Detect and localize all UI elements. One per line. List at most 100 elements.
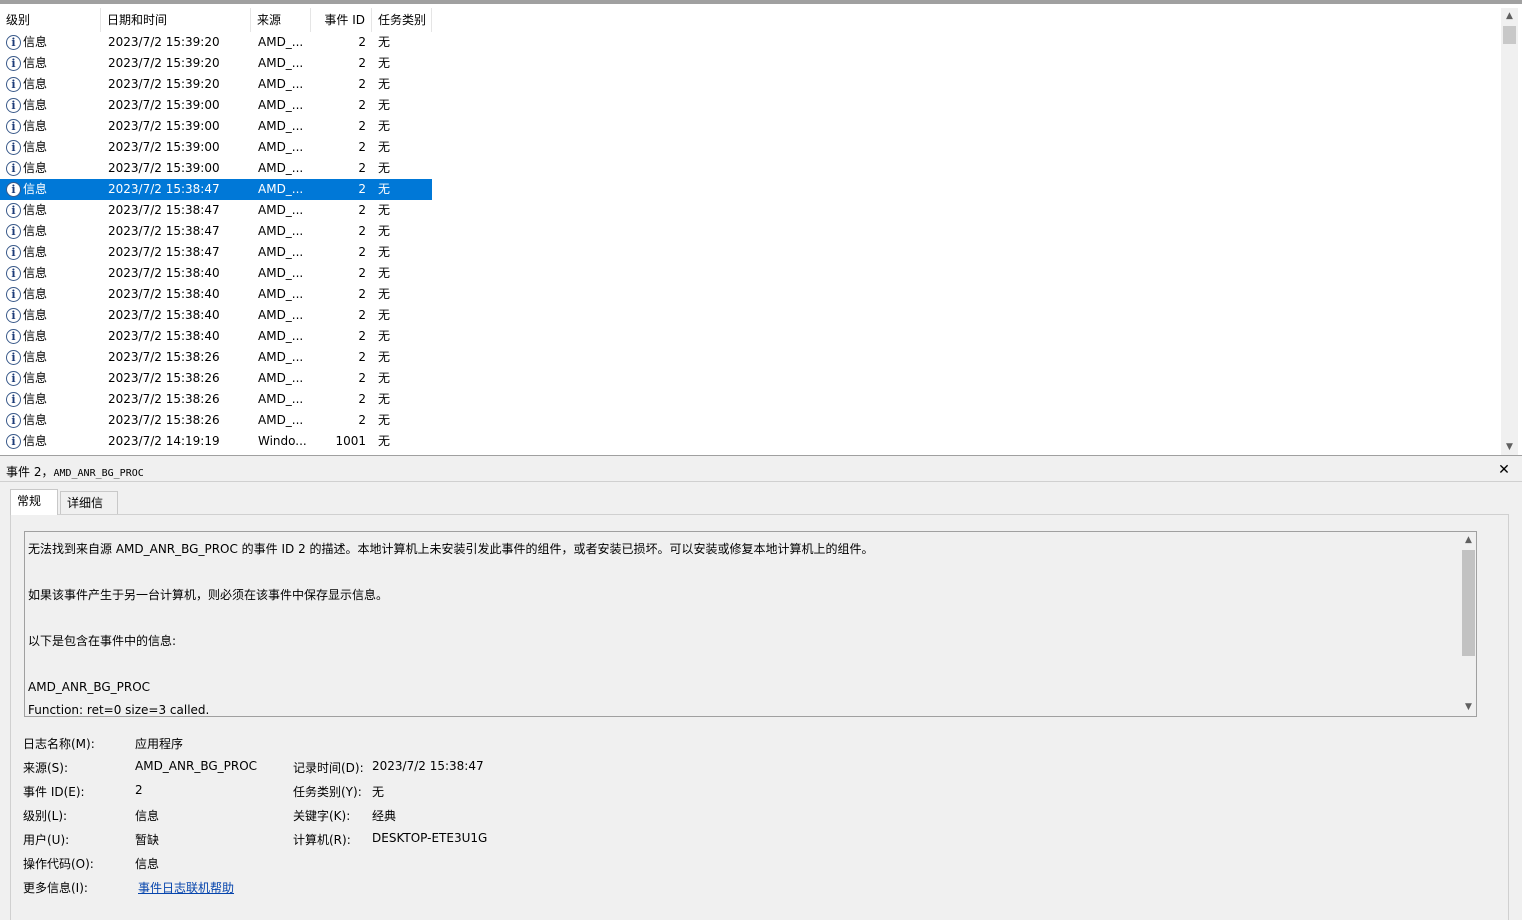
scroll-up-arrow-icon[interactable]: ▲: [1501, 8, 1518, 25]
column-header-datetime[interactable]: 日期和时间: [101, 8, 251, 32]
table-row[interactable]: i 信息 2023/7/2 15:39:20 AMD_... 2 无: [0, 53, 432, 74]
table-row[interactable]: i 信息 2023/7/2 15:38:47 AMD_... 2 无: [0, 242, 432, 263]
description-line: AMD_ANR_BG_PROC: [28, 680, 151, 694]
table-row[interactable]: i 信息 2023/7/2 15:38:47 AMD_... 2 无: [0, 179, 432, 200]
cell-datetime: 2023/7/2 14:19:19: [108, 434, 220, 448]
description-scrollbar[interactable]: ▲ ▼: [1460, 532, 1476, 716]
table-row[interactable]: i 信息 2023/7/2 15:39:00 AMD_... 2 无: [0, 137, 432, 158]
source-value: AMD_ANR_BG_PROC: [135, 759, 258, 773]
table-row[interactable]: i 信息 2023/7/2 15:39:20 AMD_... 2 无: [0, 74, 432, 95]
table-row[interactable]: i 信息 2023/7/2 15:39:20 AMD_... 2 无: [0, 32, 432, 53]
cell-datetime: 2023/7/2 15:39:20: [108, 77, 220, 91]
cell-task: 无: [378, 287, 391, 301]
table-row[interactable]: i 信息 2023/7/2 14:19:19 Windo... 1001 无: [0, 431, 432, 452]
detail-title-source: AMD_ANR_BG_PROC: [53, 468, 144, 479]
tab-details[interactable]: 详细信息: [60, 491, 118, 532]
table-row[interactable]: i 信息 2023/7/2 15:38:26 AMD_... 2 无: [0, 389, 432, 410]
event-grid[interactable]: 级别 日期和时间 来源 事件 ID 任务类别 i 信息 2023/7/2 15:39…: [0, 8, 1500, 455]
description-text: 无法找到来自源 AMD_ANR_BG_PROC 的事件 ID 2 的描述。本地计…: [28, 538, 1448, 716]
cell-datetime: 2023/7/2 15:39:20: [108, 35, 220, 49]
cell-event-id: 2: [358, 35, 366, 49]
description-line: 无法找到来自源 AMD_ANR_BG_PROC 的事件 ID 2 的描述。本地计…: [28, 542, 874, 556]
table-row[interactable]: i 信息 2023/7/2 15:39:00 AMD_... 2 无: [0, 116, 432, 137]
cell-event-id: 2: [358, 98, 366, 112]
cell-datetime: 2023/7/2 15:39:00: [108, 161, 220, 175]
cell-level: 信息: [23, 434, 48, 448]
more-info-label: 更多信息(I):: [23, 881, 88, 895]
keywords-value: 经典: [372, 809, 397, 823]
description-line: [28, 607, 1448, 630]
table-row[interactable]: i 信息 2023/7/2 15:38:26 AMD_... 2 无: [0, 347, 432, 368]
table-row[interactable]: i 信息 2023/7/2 15:38:47 AMD_... 2 无: [0, 200, 432, 221]
column-header-level[interactable]: 级别: [0, 8, 101, 32]
scroll-down-arrow-icon[interactable]: ▼: [1460, 699, 1476, 716]
description-box[interactable]: 无法找到来自源 AMD_ANR_BG_PROC 的事件 ID 2 的描述。本地计…: [24, 531, 1477, 717]
cell-level: 信息: [23, 56, 48, 70]
keywords-label: 关键字(K):: [293, 809, 351, 823]
general-tab-panel: 无法找到来自源 AMD_ANR_BG_PROC 的事件 ID 2 的描述。本地计…: [10, 514, 1509, 920]
cell-event-id: 2: [358, 140, 366, 154]
cell-datetime: 2023/7/2 15:39:20: [108, 56, 220, 70]
info-icon: i: [6, 203, 21, 218]
cell-level: 信息: [23, 287, 48, 301]
cell-event-id: 2: [358, 161, 366, 175]
table-row[interactable]: i 信息 2023/7/2 15:38:40 AMD_... 2 无: [0, 305, 432, 326]
online-help-link[interactable]: 事件日志联机帮助: [138, 879, 234, 896]
table-row[interactable]: i 信息 2023/7/2 15:39:00 AMD_... 2 无: [0, 158, 432, 179]
cell-task: 无: [378, 434, 391, 448]
table-row[interactable]: i 信息 2023/7/2 15:38:26 AMD_... 2 无: [0, 410, 432, 431]
event-list-scrollbar[interactable]: ▲ ▼: [1501, 8, 1518, 455]
info-icon: i: [6, 77, 21, 92]
cell-datetime: 2023/7/2 15:38:26: [108, 392, 220, 406]
cell-datetime: 2023/7/2 15:39:00: [108, 98, 220, 112]
cell-datetime: 2023/7/2 15:38:40: [108, 287, 220, 301]
cell-level: 信息: [23, 119, 48, 133]
scroll-thumb[interactable]: [1503, 26, 1516, 44]
column-header-source[interactable]: 来源: [251, 8, 311, 32]
column-header-task[interactable]: 任务类别: [372, 8, 432, 32]
cell-source: AMD_...: [258, 77, 304, 91]
scroll-up-arrow-icon[interactable]: ▲: [1460, 532, 1476, 549]
table-row[interactable]: i 信息 2023/7/2 15:38:47 AMD_... 2 无: [0, 221, 432, 242]
opcode-value: 信息: [135, 857, 160, 871]
logged-value: 2023/7/2 15:38:47: [372, 759, 484, 773]
cell-source: Windo...: [258, 434, 307, 448]
cell-event-id: 2: [358, 350, 366, 364]
info-icon: i: [6, 350, 21, 365]
cell-source: AMD_...: [258, 413, 304, 427]
table-row[interactable]: i 信息 2023/7/2 15:38:40 AMD_... 2 无: [0, 284, 432, 305]
cell-level: 信息: [23, 392, 48, 406]
log-name-label: 日志名称(M):: [23, 737, 95, 751]
info-icon: i: [6, 182, 21, 197]
table-row[interactable]: i 信息 2023/7/2 15:39:00 AMD_... 2 无: [0, 95, 432, 116]
column-header-event-id[interactable]: 事件 ID: [311, 8, 372, 32]
cell-source: AMD_...: [258, 287, 304, 301]
table-row[interactable]: i 信息 2023/7/2 15:38:40 AMD_... 2 无: [0, 263, 432, 284]
info-icon: i: [6, 98, 21, 113]
close-icon[interactable]: ✕: [1496, 461, 1512, 479]
cell-source: AMD_...: [258, 392, 304, 406]
cell-source: AMD_...: [258, 308, 304, 322]
computer-value: DESKTOP-ETE3U1G: [372, 831, 488, 845]
cell-level: 信息: [23, 224, 48, 238]
description-line: 如果该事件产生于另一台计算机，则必须在该事件中保存显示信息。: [28, 588, 389, 602]
info-icon: i: [6, 161, 21, 176]
cell-event-id: 2: [358, 182, 366, 196]
cell-source: AMD_...: [258, 245, 304, 259]
cell-source: AMD_...: [258, 35, 304, 49]
description-line: 以下是包含在事件中的信息:: [28, 634, 177, 648]
cell-event-id: 2: [358, 77, 366, 91]
cell-datetime: 2023/7/2 15:39:00: [108, 119, 220, 133]
table-row[interactable]: i 信息 2023/7/2 15:38:26 AMD_... 2 无: [0, 368, 432, 389]
cell-task: 无: [378, 140, 391, 154]
cell-task: 无: [378, 182, 391, 196]
cell-task: 无: [378, 119, 391, 133]
table-row[interactable]: i 信息 2023/7/2 15:38:40 AMD_... 2 无: [0, 326, 432, 347]
cell-task: 无: [378, 413, 391, 427]
cell-datetime: 2023/7/2 15:38:47: [108, 245, 220, 259]
scroll-thumb[interactable]: [1462, 550, 1475, 656]
cell-datetime: 2023/7/2 15:38:47: [108, 224, 220, 238]
scroll-down-arrow-icon[interactable]: ▼: [1501, 439, 1518, 455]
cell-level: 信息: [23, 266, 48, 280]
tab-general[interactable]: 常规: [10, 489, 58, 515]
